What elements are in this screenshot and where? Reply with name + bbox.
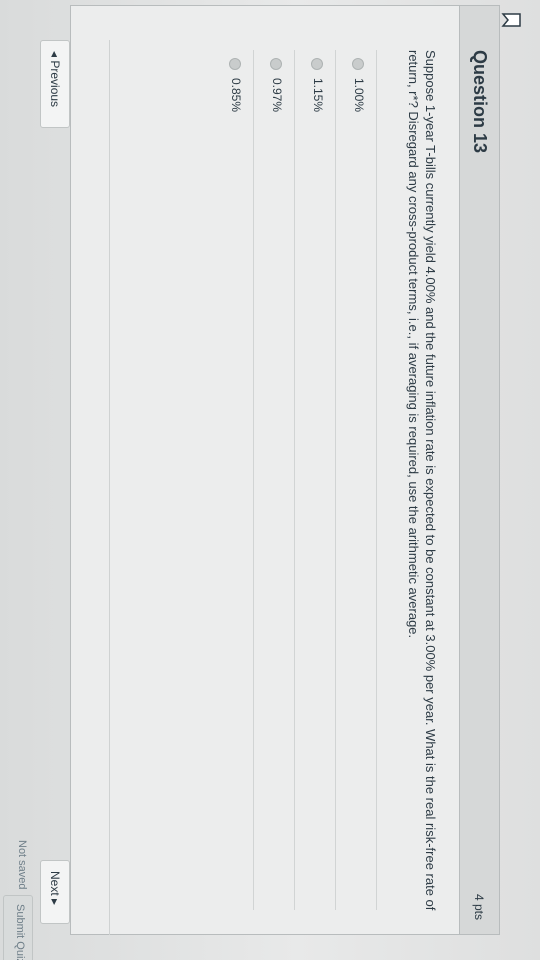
answer-list: 1.00% 1.15% 0.97% 0.85%: [213, 50, 377, 910]
rotated-stage: Question 13 4 pts Suppose 1-year T-bills…: [0, 0, 540, 960]
question-title: Question 13: [470, 50, 490, 154]
save-status: Not saved: [16, 840, 28, 890]
answer-option-3[interactable]: 0.97%: [254, 50, 295, 910]
submit-quiz-button[interactable]: Submit Quiz: [3, 895, 33, 960]
question-card: Question 13 4 pts Suppose 1-year T-bills…: [70, 5, 521, 935]
answer-option-4[interactable]: 0.85%: [213, 50, 254, 910]
quiz-page: Question 13 4 pts Suppose 1-year T-bills…: [0, 0, 540, 960]
question-points: 4 pts: [472, 893, 486, 920]
answer-option-2[interactable]: 1.15%: [295, 50, 336, 910]
radio-icon[interactable]: [229, 58, 241, 70]
radio-icon[interactable]: [311, 58, 323, 70]
answer-option-1[interactable]: 1.00%: [336, 50, 377, 910]
answer-label: 0.97%: [270, 78, 284, 113]
next-button[interactable]: Next ▸: [40, 860, 70, 924]
radio-icon[interactable]: [352, 58, 364, 70]
answer-label: 1.00%: [352, 78, 366, 113]
radio-icon[interactable]: [270, 58, 282, 70]
question-header: Question 13 4 pts: [459, 6, 521, 934]
question-text: Suppose 1-year T-bills currently yield 4…: [406, 50, 438, 911]
answer-label: 0.85%: [229, 78, 243, 113]
previous-button[interactable]: ◂ Previous: [40, 40, 70, 128]
bookmark-icon[interactable]: [501, 12, 521, 28]
footer-divider: [109, 40, 110, 935]
answer-label: 1.15%: [311, 78, 325, 113]
